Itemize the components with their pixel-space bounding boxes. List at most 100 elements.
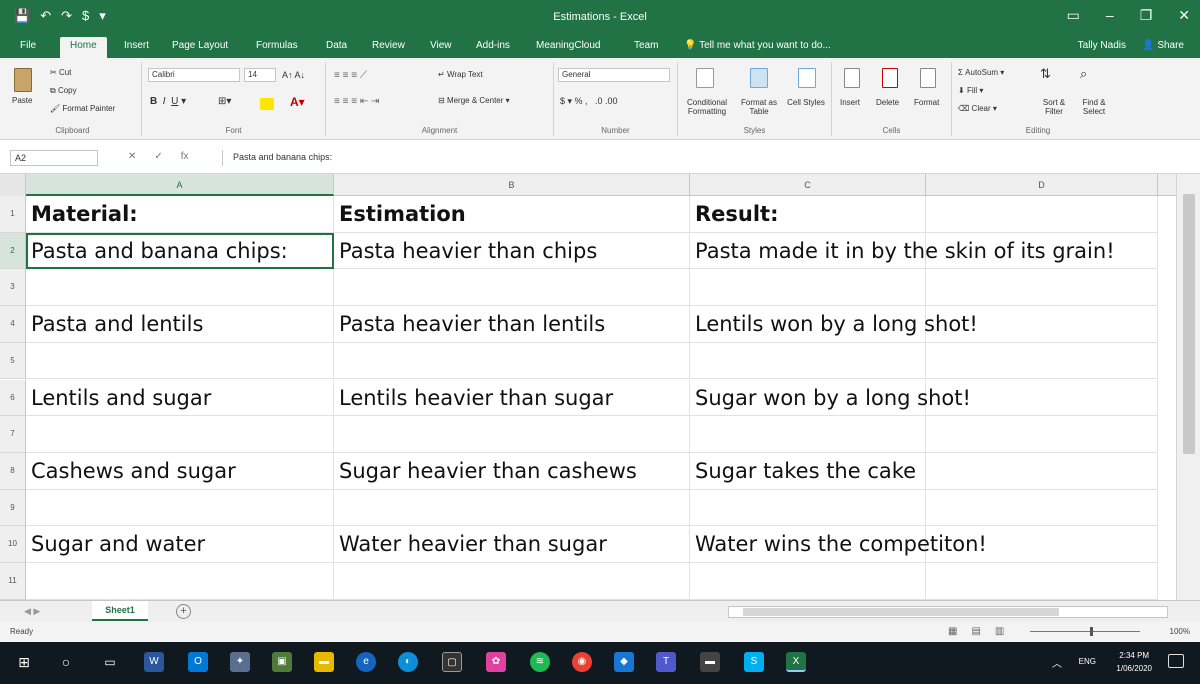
cell-a8[interactable]: Cashews and sugar <box>26 452 334 490</box>
enter-icon[interactable]: ✓ <box>154 151 162 162</box>
cell-d11[interactable] <box>926 563 1158 600</box>
number-format-select[interactable]: General <box>558 68 670 82</box>
pin-app-icon[interactable]: ✦ <box>230 652 250 672</box>
tab-insert[interactable]: Insert <box>124 40 149 51</box>
show-hidden-icons[interactable]: ︿ <box>1052 655 1062 670</box>
cell-a7[interactable] <box>26 416 334 453</box>
cell-c10[interactable]: Water wins the competiton! <box>690 526 987 563</box>
format-painter-button[interactable]: 🖌 Format Painter <box>50 104 115 113</box>
sheet-nav-arrows[interactable]: ◀ ▶ <box>24 606 40 617</box>
cell-c11[interactable] <box>690 563 926 600</box>
find-icon[interactable]: ⌕ <box>1080 66 1087 82</box>
chat-icon[interactable]: ▬ <box>700 652 720 672</box>
cell-a4[interactable]: Pasta and lentils <box>26 306 334 343</box>
tab-view[interactable]: View <box>430 40 452 51</box>
row-header[interactable]: 6 <box>0 379 26 417</box>
sheet-tab-sheet1[interactable]: Sheet1 <box>92 601 148 621</box>
notification-icon[interactable] <box>1168 654 1184 668</box>
task-view-icon[interactable]: ▭ <box>100 652 120 672</box>
language-indicator[interactable]: ENG <box>1079 657 1096 666</box>
cell-a6[interactable]: Lentils and sugar <box>26 379 334 417</box>
row-header[interactable]: 8 <box>0 452 26 490</box>
format-table-button[interactable]: Format as Table <box>738 98 780 116</box>
cell-a2[interactable]: Pasta and banana chips: <box>26 232 334 270</box>
sort-filter-icon[interactable]: ⇅ <box>1040 66 1051 82</box>
cell-b2[interactable]: Pasta heavier than chips <box>334 232 690 270</box>
delete-cells-icon[interactable] <box>882 68 898 88</box>
tab-formulas[interactable]: Formulas <box>256 40 298 51</box>
app-icon-blue[interactable]: ◆ <box>614 652 634 672</box>
file-explorer-icon[interactable]: ▬ <box>314 652 334 672</box>
row-header[interactable]: 4 <box>0 306 26 343</box>
outlook-icon[interactable]: O <box>188 652 208 672</box>
number-format-icons[interactable]: $ ▾ % , .0 .00 <box>560 96 618 107</box>
sort-filter-button[interactable]: Sort & Filter <box>1034 98 1074 116</box>
cell-d3[interactable] <box>926 269 1158 307</box>
column-header-a[interactable]: A <box>26 174 334 196</box>
cell-a11[interactable] <box>26 563 334 600</box>
cell-d1[interactable] <box>926 196 1158 233</box>
row-header[interactable]: 5 <box>0 342 26 380</box>
font-name-select[interactable]: Calibri <box>148 68 240 82</box>
cell-b8[interactable]: Sugar heavier than cashews <box>334 452 690 490</box>
cell-d2[interactable] <box>926 232 1158 270</box>
align-top-icons[interactable]: ≡ ≡ ≡ ⟋ <box>334 70 367 81</box>
spotify-icon[interactable]: ≋ <box>530 652 550 672</box>
cell-a9[interactable] <box>26 489 334 527</box>
chrome-icon[interactable]: ◉ <box>572 652 592 672</box>
cell-c4[interactable]: Lentils won by a long shot! <box>690 306 978 343</box>
cell-a1[interactable]: Material: <box>26 196 334 233</box>
align-left-icons[interactable]: ≡ ≡ ≡ ⇤ ⇥ <box>334 96 379 107</box>
vertical-scroll-thumb[interactable] <box>1183 194 1195 454</box>
format-button[interactable]: Format <box>914 98 939 107</box>
page-layout-view-icon[interactable]: ▤ <box>971 626 980 637</box>
cell-b6[interactable]: Lentils heavier than sugar <box>334 379 690 417</box>
copy-button[interactable]: ⧉ Copy <box>50 86 77 96</box>
tab-page-layout[interactable]: Page Layout <box>172 40 228 51</box>
normal-view-icon[interactable]: ▦ <box>948 626 957 637</box>
cell-d8[interactable] <box>926 452 1158 490</box>
cell-c7[interactable] <box>690 416 926 453</box>
windows-start-icon[interactable]: ⊞ <box>14 652 34 672</box>
cell-d9[interactable] <box>926 489 1158 527</box>
tab-team[interactable]: Team <box>634 40 658 51</box>
cell-b1[interactable]: Estimation <box>334 196 690 233</box>
format-cells-icon[interactable] <box>920 68 936 88</box>
row-header[interactable]: 11 <box>0 563 26 600</box>
paste-icon[interactable] <box>14 68 32 92</box>
cell-d10[interactable] <box>926 526 1158 563</box>
wrap-text-button[interactable]: ↵ Wrap Text <box>438 70 483 79</box>
name-box[interactable]: A2 <box>10 150 98 166</box>
merge-center-button[interactable]: ⊟ Merge & Center ▾ <box>438 96 510 105</box>
cell-d5[interactable] <box>926 342 1158 380</box>
minecraft-icon[interactable]: ▣ <box>272 652 292 672</box>
cell-b3[interactable] <box>334 269 690 307</box>
edge-legacy-icon[interactable]: e <box>356 652 376 672</box>
row-header[interactable]: 2 <box>0 232 26 270</box>
delete-button[interactable]: Delete <box>876 98 899 107</box>
insert-cells-icon[interactable] <box>844 68 860 88</box>
search-icon[interactable]: ○ <box>56 652 76 672</box>
row-header[interactable]: 1 <box>0 196 26 233</box>
cell-d4[interactable] <box>926 306 1158 343</box>
minimize-icon[interactable]: – <box>1106 7 1114 24</box>
zoom-level[interactable]: 100% <box>1170 627 1190 636</box>
format-table-icon[interactable] <box>750 68 768 88</box>
taskbar-clock[interactable]: 2:34 PM 1/06/2020 <box>1116 649 1152 675</box>
row-header[interactable]: 10 <box>0 526 26 563</box>
fx-icon[interactable]: fx <box>181 151 189 162</box>
cell-d7[interactable] <box>926 416 1158 453</box>
column-header-b[interactable]: B <box>334 174 690 196</box>
tab-file[interactable]: File <box>20 40 36 51</box>
paste-button[interactable]: Paste <box>12 96 32 105</box>
bold-italic-underline[interactable]: B I U ▾ <box>150 96 186 107</box>
row-header[interactable]: 9 <box>0 489 26 527</box>
conditional-formatting-icon[interactable] <box>696 68 714 88</box>
app-icon-gray[interactable]: ▢ <box>442 652 462 672</box>
row-header[interactable]: 7 <box>0 416 26 453</box>
cell-c2[interactable]: Pasta made it in by the skin of its grai… <box>690 232 1115 270</box>
cell-c6[interactable]: Sugar won by a long shot! <box>690 379 971 417</box>
row-header[interactable]: 3 <box>0 269 26 307</box>
add-sheet-icon[interactable]: + <box>176 604 191 619</box>
close-icon[interactable]: ✕ <box>1178 7 1190 24</box>
